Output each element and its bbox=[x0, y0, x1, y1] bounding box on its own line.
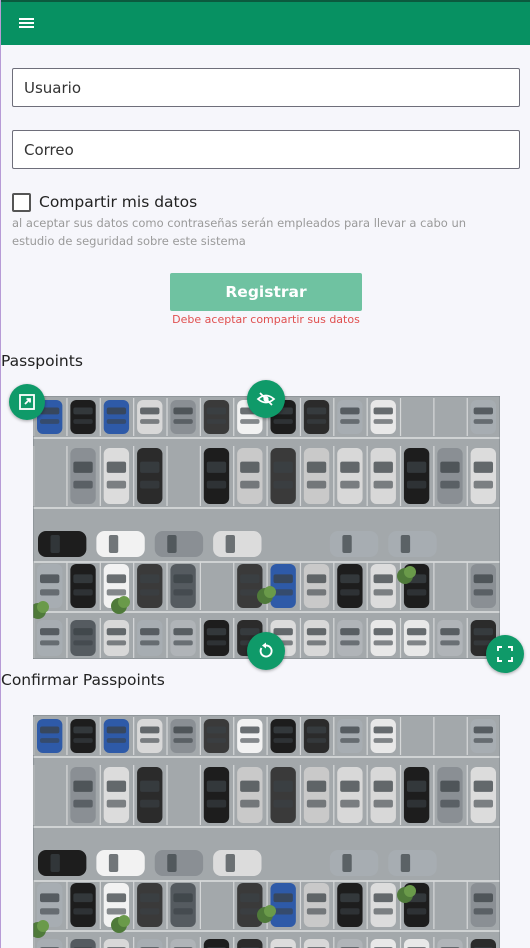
email-input[interactable] bbox=[12, 130, 520, 169]
parking-lot-picture bbox=[33, 715, 500, 948]
share-data-error: Debe aceptar compartir sus datos bbox=[172, 313, 360, 326]
menu-icon[interactable] bbox=[19, 17, 36, 30]
eye-off-icon[interactable] bbox=[247, 380, 285, 418]
fullscreen-icon[interactable] bbox=[486, 635, 524, 673]
confirm-passpoints-image[interactable] bbox=[33, 715, 500, 948]
app-bar bbox=[1, 0, 530, 45]
share-data-checkbox[interactable] bbox=[12, 193, 31, 212]
username-input[interactable] bbox=[12, 68, 520, 107]
passpoints-title: Passpoints bbox=[1, 352, 83, 370]
passpoints-image[interactable] bbox=[33, 396, 500, 659]
parking-lot-picture bbox=[33, 396, 500, 659]
share-data-label[interactable]: Compartir mis datos bbox=[39, 193, 197, 211]
register-button[interactable]: Registrar bbox=[170, 273, 362, 311]
open-in-new-icon[interactable] bbox=[9, 384, 45, 420]
share-data-hint: al aceptar sus datos como contraseñas se… bbox=[12, 216, 467, 248]
reset-icon[interactable] bbox=[247, 632, 285, 670]
window-border bbox=[0, 0, 1, 948]
confirm-passpoints-title: Confirmar Passpoints bbox=[1, 671, 165, 689]
